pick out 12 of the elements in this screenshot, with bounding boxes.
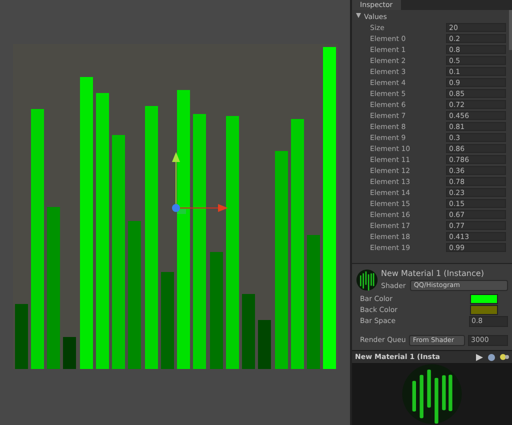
lights-icon[interactable] [500, 354, 509, 360]
color-swatch[interactable] [470, 294, 498, 304]
color-swatch[interactable] [470, 305, 498, 315]
play-icon[interactable] [476, 354, 483, 360]
foldout-caret-icon[interactable] [356, 13, 361, 18]
material-sphere-icon [356, 269, 378, 291]
histogram-bar [63, 336, 76, 369]
histogram-bar [258, 320, 272, 369]
material-name: New Material 1 (Instance) [381, 269, 485, 278]
histogram-bar [14, 304, 28, 369]
sphere-icon[interactable] [488, 354, 495, 360]
material-preview-sphere [401, 363, 463, 425]
